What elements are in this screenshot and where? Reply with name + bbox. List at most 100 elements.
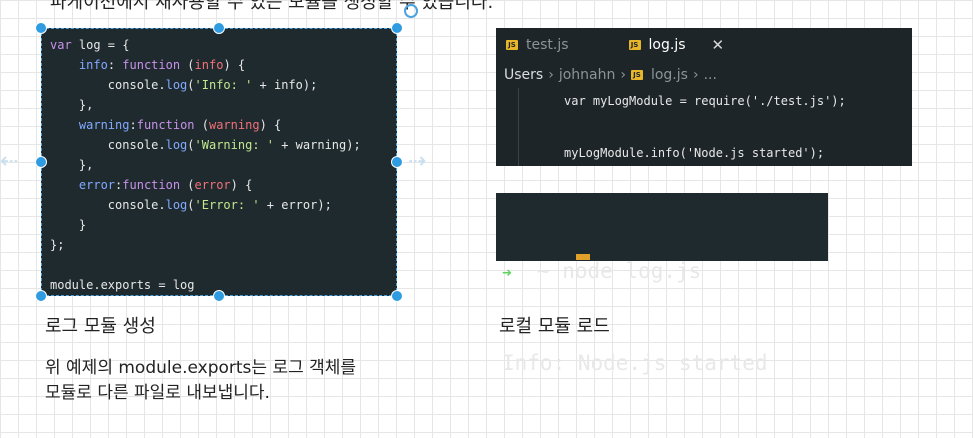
- code-line: };: [50, 235, 396, 255]
- terminal-cursor: [576, 254, 590, 260]
- terminal-command: ~ node log.js: [511, 259, 702, 283]
- description-line-2: 모듈로 다른 파일로 내보냅니다.: [45, 383, 270, 403]
- close-tab-icon[interactable]: ✕: [712, 36, 725, 54]
- code-token: ) {: [223, 58, 246, 72]
- code-token: + warning);: [274, 138, 361, 152]
- code-token: };: [50, 238, 65, 252]
- chevron-right-icon: ›: [548, 67, 554, 83]
- code-line: console.log('Warning: ' + warning);: [50, 135, 396, 155]
- indent-guide: [518, 88, 519, 166]
- code-line: info: function (info) {: [50, 55, 396, 75]
- code-line: console.log('Info: ' + info);: [50, 75, 396, 95]
- code-token: ) {: [230, 178, 253, 192]
- terminal-output[interactable]: ➜ ~ node log.js Info: Node.js started: [496, 193, 828, 375]
- module-exports-line: module.exports = log: [50, 278, 195, 292]
- code-token: console.: [50, 198, 166, 212]
- description: 위 예제의 module.exports는 로그 객체를 모듈로 다른 파일로 …: [45, 356, 356, 406]
- top-caption: 파케이션에서 재사용할 수 있는 모듈을 생성할 수 있습니다.: [50, 0, 494, 13]
- code-token: 'Error: ': [194, 198, 260, 212]
- chevron-right-icon: ›: [620, 67, 626, 83]
- code-token: info: [194, 58, 224, 72]
- code-token: (: [187, 198, 195, 212]
- editor-code-line-2: myLogModule.info('Node.js started');: [564, 146, 825, 160]
- code-line: },: [50, 155, 396, 175]
- code-token: log: [165, 198, 188, 212]
- code-token: (: [187, 138, 195, 152]
- resize-handle-top-middle[interactable]: [213, 22, 225, 34]
- resize-handle-middle-left[interactable]: [35, 156, 47, 168]
- editor-code-line-blank: [564, 114, 912, 140]
- code-editor-window[interactable]: JS test.js JS log.js ✕ Users › johnahn ›…: [496, 28, 912, 166]
- code-token: warning: [208, 118, 260, 132]
- label-create-log-module: 로그 모듈 생성: [45, 316, 156, 337]
- chevron-right-icon: ›: [692, 67, 699, 83]
- code-token: function: [136, 118, 202, 132]
- code-token: + info);: [252, 78, 318, 92]
- code-line: },: [50, 95, 396, 115]
- code-token: function: [122, 58, 188, 72]
- code-token: error: [78, 178, 116, 192]
- breadcrumb-users[interactable]: Users: [504, 67, 543, 83]
- code-token: :: [107, 58, 123, 72]
- javascript-file-icon: JS: [630, 70, 643, 80]
- code-token: log = {: [78, 38, 130, 52]
- resize-handle-middle-right[interactable]: [391, 156, 403, 168]
- javascript-file-icon: JS: [628, 40, 641, 50]
- code-line: }: [50, 215, 396, 235]
- code-token: (: [187, 58, 195, 72]
- prompt-arrow-icon: ➜: [502, 263, 512, 282]
- code-token: (: [201, 118, 209, 132]
- code-line: console.log('Error: ' + error);: [50, 195, 396, 215]
- code-token: (: [187, 178, 195, 192]
- resize-handle-top-left[interactable]: [35, 22, 47, 34]
- code-line: var log = {: [50, 35, 396, 55]
- code-token: var: [50, 38, 79, 52]
- code-token: log: [165, 78, 188, 92]
- resize-handle-bottom-left[interactable]: [35, 290, 47, 302]
- move-left-arrow-icon: ⇠: [0, 149, 19, 174]
- label-load-local-module: 로컬 모듈 로드: [499, 316, 610, 337]
- code-token: warning: [78, 118, 130, 132]
- code-line: error:function (error) {: [50, 175, 396, 195]
- resize-handle-bottom-middle[interactable]: [213, 290, 225, 302]
- editor-tab-bar: JS test.js JS log.js ✕: [496, 28, 912, 62]
- code-token: }: [50, 218, 87, 232]
- description-line-1: 위 예제의 module.exports는 로그 객체를: [45, 358, 357, 378]
- tab-log-js[interactable]: JS log.js ✕: [619, 28, 735, 62]
- code-token: error: [194, 178, 231, 192]
- code-token: function: [122, 178, 188, 192]
- move-right-arrow-icon: ⇢: [408, 149, 427, 174]
- breadcrumb-more[interactable]: ...: [704, 67, 717, 83]
- code-token: 'Warning: ': [194, 138, 274, 152]
- code-token: info: [78, 58, 108, 72]
- breadcrumb-user[interactable]: johnahn: [559, 67, 616, 83]
- editor-code[interactable]: var myLogModule = require('./test.js'); …: [496, 88, 912, 166]
- rotate-handle-icon[interactable]: [404, 4, 418, 18]
- tab-test-js[interactable]: JS test.js: [496, 28, 579, 62]
- code-token: :: [129, 118, 137, 132]
- code-token: console.: [50, 138, 166, 152]
- code-token: (: [187, 78, 195, 92]
- editor-code-line-1: var myLogModule = require('./test.js');: [564, 94, 846, 108]
- tab-label: log.js: [648, 37, 686, 53]
- code-line: warning:function (warning) {: [50, 115, 396, 135]
- code-token: },: [50, 98, 94, 112]
- breadcrumb: Users › johnahn › JS log.js › ...: [496, 62, 912, 88]
- code-token: log: [165, 138, 188, 152]
- tab-label: test.js: [526, 37, 569, 53]
- resize-handle-top-right[interactable]: [391, 22, 403, 34]
- code-token: console.: [50, 78, 166, 92]
- code-lines: var log = { info: function (info) { cons…: [50, 35, 396, 255]
- log-module-code-block[interactable]: var log = { info: function (info) { cons…: [41, 28, 397, 296]
- terminal-result-line: Info: Node.js started: [502, 351, 768, 375]
- code-token: ) {: [259, 118, 282, 132]
- resize-handle-bottom-right[interactable]: [391, 290, 403, 302]
- javascript-file-icon: JS: [506, 40, 518, 50]
- code-token: 'Info: ': [194, 78, 253, 92]
- code-token: },: [50, 158, 94, 172]
- breadcrumb-file[interactable]: log.js: [651, 67, 688, 83]
- code-token: + error);: [259, 198, 332, 212]
